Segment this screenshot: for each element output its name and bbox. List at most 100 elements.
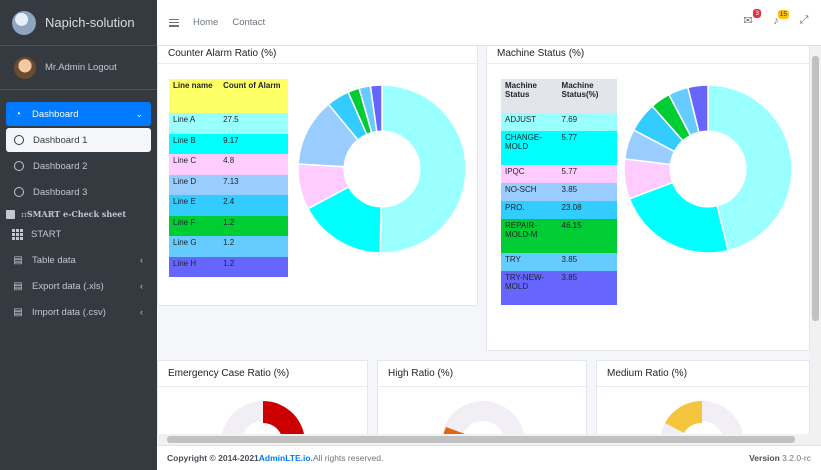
row-value: 3.85	[561, 273, 578, 282]
sidebar-item-label: Dashboard 2	[33, 160, 88, 172]
sidebar-item-start[interactable]: START	[6, 222, 151, 246]
row-label: PRO.	[505, 203, 525, 212]
row-value: 3.85	[561, 255, 578, 264]
table-row: Line E 2.4	[169, 195, 288, 216]
bell-icon[interactable]: ♪ 15	[769, 9, 789, 27]
row-label: IPQC	[505, 167, 525, 176]
table-row: PRO. 23.08	[501, 201, 617, 219]
machine-legend-table: Machine Status Machine Status(%) ADJUST 7…	[501, 79, 617, 305]
table-icon: ▤	[13, 306, 23, 318]
machine-donut-chart	[623, 84, 793, 254]
table-row: Line D 7.13	[169, 174, 288, 195]
circle-icon	[14, 187, 24, 197]
navbar-right: ✉ 3 ♪ 15 ⤢	[741, 9, 811, 27]
sidebar-item-dashboard-1[interactable]: Dashboard 1	[6, 128, 151, 152]
emergency-ratio-card: Emergency Case Ratio (%)	[157, 360, 368, 445]
horizontal-scrollbar[interactable]	[157, 434, 810, 445]
card-title: Counter Alarm Ratio (%)	[158, 46, 477, 64]
row-value: 5.77	[561, 167, 578, 176]
scrollbar-thumb[interactable]	[812, 56, 819, 321]
row-label: TRY	[505, 255, 521, 264]
chevron-down-icon: ⌄	[135, 108, 143, 119]
machine-status-card: Machine Status (%) Machine Status Machin…	[486, 46, 810, 351]
row-label: Line A	[173, 115, 196, 124]
row-label: Line C	[173, 156, 197, 165]
row-value: 7.13	[223, 176, 239, 186]
sidebar-item-dashboard-2[interactable]: Dashboard 2	[6, 154, 151, 178]
avatar	[14, 56, 36, 79]
table-icon: ▤	[13, 254, 23, 266]
row-value: 4.8	[223, 156, 235, 165]
brand-link[interactable]: Napich-solution	[0, 0, 157, 46]
row-label: ADJUST	[505, 115, 537, 124]
chevron-left-icon: ‹	[140, 281, 143, 291]
version-info: Version 3.2.0-rc	[749, 453, 811, 463]
counter-legend-table: Line name Count of Alarm Line A 27.5 Line …	[169, 79, 288, 277]
column-header: Machine Status(%)	[561, 81, 599, 99]
sidebar-section-header: ::SMART e-Check sheet	[6, 206, 151, 222]
sidebar-item-import[interactable]: ▤ Import data (.csv) ‹	[6, 300, 151, 324]
row-value: 7.69	[561, 115, 578, 124]
grid-icon	[12, 228, 23, 240]
row-label: Line F	[173, 217, 196, 227]
adminlte-link[interactable]: AdminLTE.io.	[259, 453, 313, 463]
table-row: Line A 27.5	[169, 113, 288, 134]
row-label: TRY-NEW-MOLD	[505, 273, 544, 291]
rights-text: All rights reserved.	[312, 453, 384, 463]
counter-alarm-card: Counter Alarm Ratio (%) Line name Count …	[157, 46, 478, 306]
row-value: 3.85	[561, 185, 578, 194]
sidebar-item-table-data[interactable]: ▤ Table data ‹	[6, 248, 151, 272]
user-logout-link[interactable]: Mr.Admin Logout	[45, 62, 117, 73]
menu-toggle-icon[interactable]	[169, 18, 179, 27]
column-header: Count of Alarm	[223, 81, 281, 90]
version-number: 3.2.0-rc	[782, 453, 811, 463]
row-value: 1.2	[223, 258, 235, 268]
content-wrapper: Counter Alarm Ratio (%) Line name Count …	[157, 46, 810, 445]
circle-icon	[14, 161, 24, 171]
sidebar-item-dashboard-3[interactable]: Dashboard 3	[6, 180, 151, 204]
sidebar-item-label: Dashboard 1	[33, 134, 88, 146]
table-row: CHANGE-MOLD 5.77	[501, 131, 617, 165]
sidebar-item-export[interactable]: ▤ Export data (.xls) ‹	[6, 274, 151, 298]
version-label: Version	[749, 453, 780, 463]
row-value: 9.17	[223, 135, 239, 145]
brand-name: Napich-solution	[45, 15, 135, 30]
vertical-scrollbar[interactable]	[810, 46, 821, 445]
column-header: Machine Status	[505, 81, 538, 99]
sidebar-nav: ◔ Dashboard ⌄ Dashboard 1 Dashboard 2 Da…	[0, 90, 157, 324]
notifications-badge: 15	[777, 9, 789, 19]
table-row: TRY 3.85	[501, 253, 617, 271]
row-value: 2.4	[223, 197, 235, 206]
table-row: Line C 4.8	[169, 154, 288, 175]
table-row: IPQC 5.77	[501, 165, 617, 183]
box-icon	[6, 209, 15, 219]
pie-slice-line-a[interactable]	[379, 84, 467, 254]
main-footer: Copyright © 2014-2021 AdminLTE.io. All r…	[157, 445, 821, 470]
sidebar-item-label: Export data (.xls)	[32, 280, 104, 292]
sidebar-item-dashboard[interactable]: ◔ Dashboard ⌄	[6, 102, 151, 126]
brand-logo	[12, 10, 36, 35]
table-row: Line G 1.2	[169, 236, 288, 257]
row-value: 27.5	[223, 115, 239, 124]
copyright-text: Copyright © 2014-2021	[167, 453, 259, 463]
chevron-left-icon: ‹	[140, 255, 143, 265]
sidebar-item-label: Table data	[32, 254, 76, 266]
row-value: 1.2	[223, 238, 235, 247]
sidebar-item-label: Dashboard 3	[33, 186, 88, 198]
table-header-row: Machine Status Machine Status(%)	[501, 79, 617, 113]
row-label: CHANGE-MOLD	[505, 133, 542, 151]
nav-home-link[interactable]: Home	[193, 17, 218, 28]
card-title: Machine Status (%)	[487, 46, 809, 64]
table-row: TRY-NEW-MOLD 3.85	[501, 271, 617, 305]
circle-icon	[14, 135, 24, 145]
row-value: 5.77	[561, 133, 578, 142]
row-value: 46.15	[561, 221, 582, 230]
table-row: REPAIR-MOLD-M 46.15	[501, 219, 617, 253]
fullscreen-icon[interactable]: ⤢	[797, 14, 811, 27]
messages-icon[interactable]: ✉ 3	[741, 9, 761, 27]
user-panel[interactable]: Mr.Admin Logout	[0, 46, 157, 90]
card-title: Emergency Case Ratio (%)	[158, 361, 367, 387]
scrollbar-thumb[interactable]	[167, 436, 795, 443]
nav-contact-link[interactable]: Contact	[232, 17, 265, 28]
card-title: High Ratio (%)	[378, 361, 586, 387]
